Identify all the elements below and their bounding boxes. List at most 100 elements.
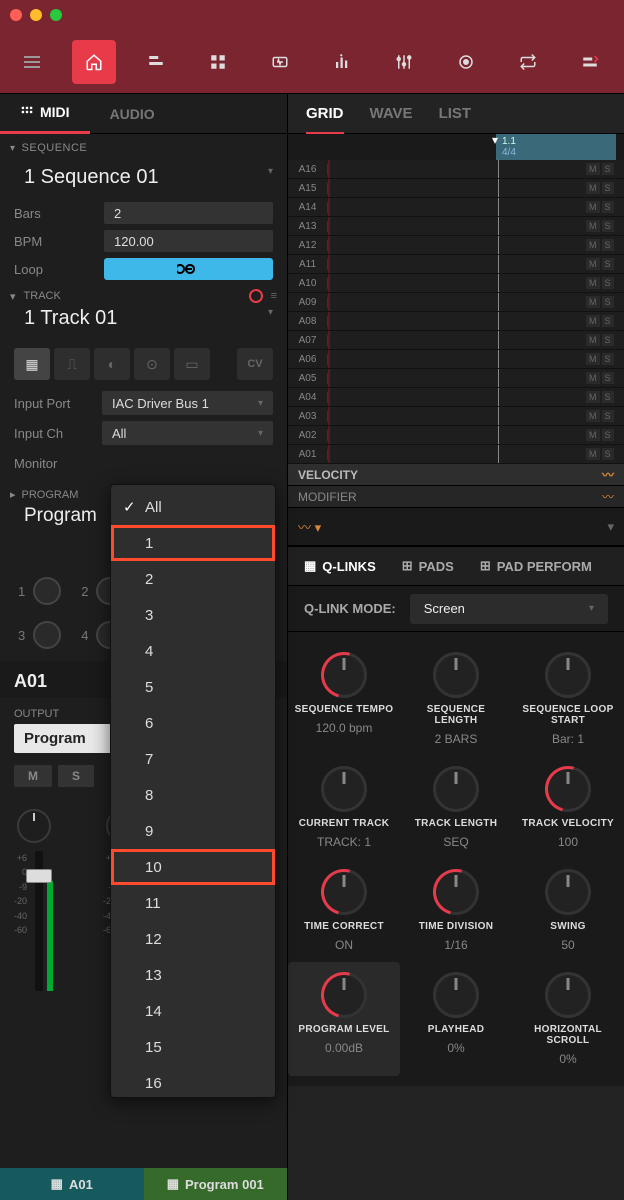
dropdown-item[interactable]: 3 (111, 597, 275, 633)
dropdown-item[interactable]: 9 (111, 813, 275, 849)
home-button[interactable] (72, 40, 116, 84)
grid-row[interactable]: A16MS (288, 160, 624, 179)
grid-row[interactable]: A12MS (288, 236, 624, 255)
track-header[interactable]: ▾TRACK≡ (0, 283, 287, 303)
mute-cell[interactable]: M (586, 201, 600, 213)
knob-icon[interactable] (433, 869, 479, 915)
grid-row[interactable]: A15MS (288, 179, 624, 198)
dropdown-item[interactable]: 8 (111, 777, 275, 813)
solo-cell[interactable]: S (602, 410, 614, 422)
sequence-name[interactable]: 1 Sequence 01 (24, 166, 159, 189)
mute-cell[interactable]: M (586, 258, 600, 270)
automation-lane[interactable]: 〰 ▾▾ (288, 508, 624, 546)
dropdown-item[interactable]: 5 (111, 669, 275, 705)
track-type-plugin-button[interactable]: ◐ (94, 348, 130, 380)
qlink-knob-cell[interactable]: CURRENT TRACKTRACK: 1 (288, 756, 400, 859)
track-type-midi-button[interactable]: ⊙ (134, 348, 170, 380)
dropdown-item[interactable]: 15 (111, 1029, 275, 1065)
qlink-knob-cell[interactable]: PROGRAM LEVEL0.00dB (288, 962, 400, 1076)
qlink-knob-cell[interactable]: TIME CORRECTON (288, 859, 400, 962)
loop-button[interactable] (506, 40, 550, 84)
dropdown-item[interactable]: 6 (111, 705, 275, 741)
mute-cell[interactable]: M (586, 163, 600, 175)
timeline-ruler[interactable]: 1.14/4 (288, 134, 624, 160)
tools-button[interactable] (568, 40, 612, 84)
mute-cell[interactable]: M (586, 182, 600, 194)
close-window-button[interactable] (10, 9, 22, 21)
grid-row[interactable]: A14MS (288, 198, 624, 217)
track-type-drum-button[interactable]: ▦ (14, 348, 50, 380)
solo-cell[interactable]: S (602, 334, 614, 346)
dropdown-item[interactable]: 11 (111, 885, 275, 921)
solo-cell[interactable]: S (602, 296, 614, 308)
dropdown-item[interactable]: 14 (111, 993, 275, 1029)
loop-toggle[interactable] (104, 258, 273, 280)
grid-row[interactable]: A06MS (288, 350, 624, 369)
record-button[interactable] (444, 40, 488, 84)
grid-row[interactable]: A08MS (288, 312, 624, 331)
solo-cell[interactable]: S (602, 372, 614, 384)
solo-cell[interactable]: S (602, 429, 614, 441)
tab-grid[interactable]: GRID (306, 105, 344, 135)
dropdown-item[interactable]: 7 (111, 741, 275, 777)
knob-icon[interactable] (433, 766, 479, 812)
pads-button[interactable] (196, 40, 240, 84)
solo-button[interactable]: S (58, 765, 94, 787)
list-icon[interactable]: ≡ (271, 290, 277, 302)
mute-cell[interactable]: M (586, 372, 600, 384)
dropdown-item[interactable]: 12 (111, 921, 275, 957)
dropdown-item[interactable]: 4 (111, 633, 275, 669)
qlink-knob-cell[interactable]: TRACK LENGTHSEQ (400, 756, 512, 859)
grid-row[interactable]: A07MS (288, 331, 624, 350)
mixer-button[interactable] (382, 40, 426, 84)
maximize-window-button[interactable] (50, 9, 62, 21)
levels-button[interactable] (320, 40, 364, 84)
qlink-knob-cell[interactable]: HORIZONTAL SCROLL0% (512, 962, 624, 1076)
browser-button[interactable] (134, 40, 178, 84)
solo-cell[interactable]: S (602, 182, 614, 194)
tab-audio[interactable]: AUDIO (90, 94, 175, 134)
knob-icon[interactable] (321, 766, 367, 812)
tab-midi[interactable]: MIDI (0, 94, 90, 134)
playhead-marker[interactable]: 1.14/4 (496, 134, 616, 160)
track-name[interactable]: 1 Track 01 (24, 307, 117, 330)
solo-cell[interactable]: S (602, 353, 614, 365)
mute-cell[interactable]: M (586, 239, 600, 251)
qlink-knob-cell[interactable]: PLAYHEAD0% (400, 962, 512, 1076)
knob-1[interactable] (33, 577, 61, 605)
mute-cell[interactable]: M (586, 391, 600, 403)
qlink-knob-cell[interactable]: SWING50 (512, 859, 624, 962)
knob-icon[interactable] (321, 972, 367, 1018)
sequence-header[interactable]: ▾SEQUENCE (0, 134, 287, 162)
solo-cell[interactable]: S (602, 277, 614, 289)
mute-cell[interactable]: M (586, 353, 600, 365)
dropdown-item[interactable]: 1 (111, 525, 275, 561)
velocity-lane-header[interactable]: VELOCITY〰 (288, 464, 624, 486)
solo-cell[interactable]: S (602, 220, 614, 232)
track-type-keygroup-button[interactable]: ⎍ (54, 348, 90, 380)
input-port-select[interactable]: IAC Driver Bus 1▾ (102, 391, 273, 415)
solo-cell[interactable]: S (602, 315, 614, 327)
grid-row[interactable]: A01MS (288, 445, 624, 464)
solo-cell[interactable]: S (602, 239, 614, 251)
knob-icon[interactable] (545, 972, 591, 1018)
mute-cell[interactable]: M (586, 334, 600, 346)
knob-icon[interactable] (545, 652, 591, 698)
mute-cell[interactable]: M (586, 315, 600, 327)
dropdown-item[interactable]: 16 (111, 1065, 275, 1098)
bpm-input[interactable]: 120.00 (104, 230, 273, 252)
dropdown-item[interactable]: 10 (111, 849, 275, 885)
footer-tab-pad[interactable]: ▦ A01 (0, 1168, 144, 1200)
knob-icon[interactable] (321, 869, 367, 915)
grid-row[interactable]: A10MS (288, 274, 624, 293)
tab-padperform[interactable]: ⊞ PAD PERFORM (480, 558, 592, 574)
grid-row[interactable]: A02MS (288, 426, 624, 445)
solo-cell[interactable]: S (602, 163, 614, 175)
caret-icon[interactable]: ▾ (268, 166, 273, 189)
track-type-cv-button[interactable]: CV (237, 348, 273, 380)
qlink-knob-cell[interactable]: SEQUENCE LENGTH2 BARS (400, 642, 512, 756)
qlink-knob-cell[interactable]: SEQUENCE LOOP STARTBar: 1 (512, 642, 624, 756)
menu-button[interactable] (10, 40, 54, 84)
solo-cell[interactable]: S (602, 258, 614, 270)
mute-cell[interactable]: M (586, 277, 600, 289)
